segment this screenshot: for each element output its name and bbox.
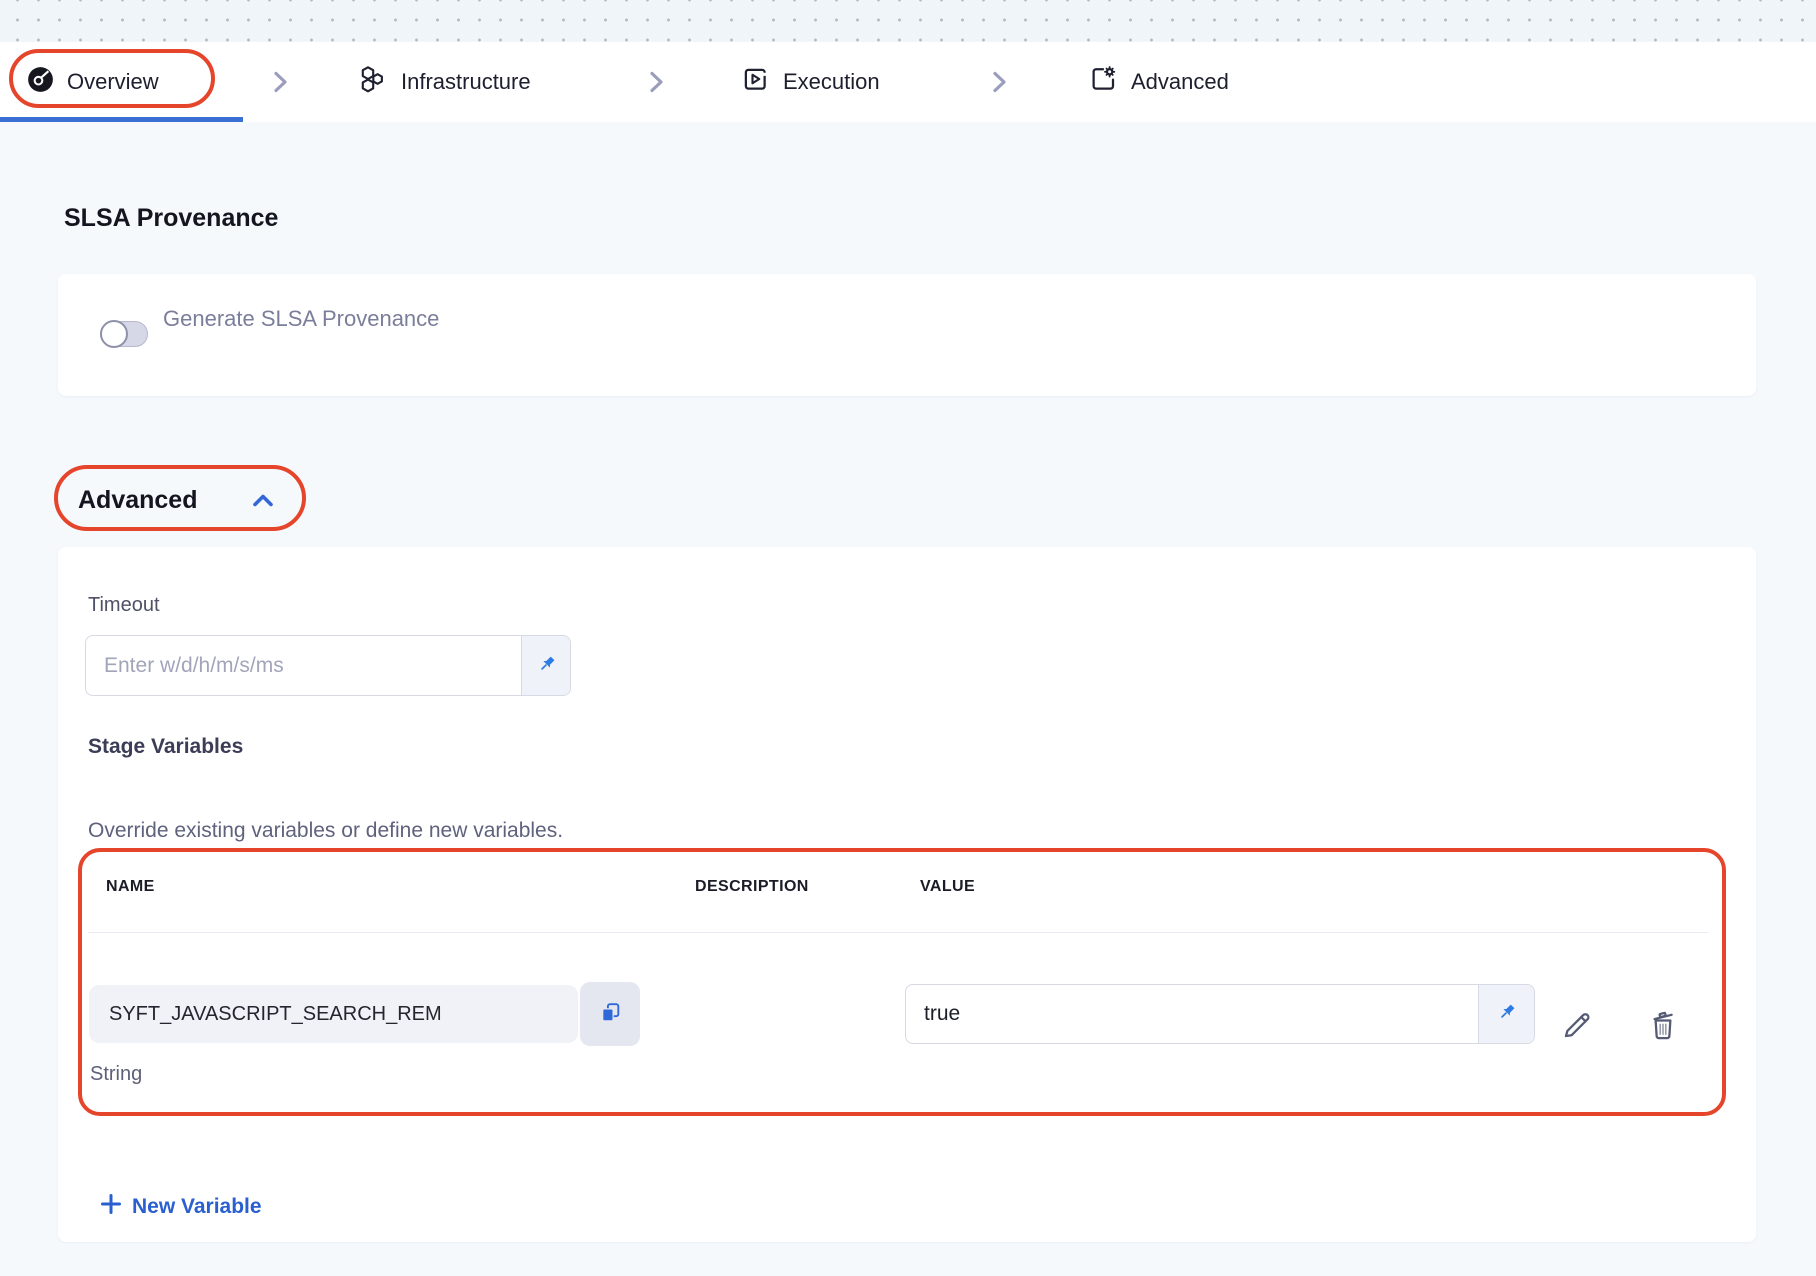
annotation-rect-variables-table [78,848,1726,1116]
tab-execution[interactable]: Execution [740,42,880,122]
table-header-divider [88,932,1708,933]
variable-value-control [905,984,1535,1044]
infrastructure-icon [356,63,388,101]
dotted-canvas-strip [0,0,1816,42]
tab-advanced[interactable]: Advanced [1088,42,1229,122]
edit-variable-button[interactable] [1559,1008,1595,1044]
chevron-right-icon [986,69,1012,100]
chevron-right-icon [643,69,669,100]
new-variable-button[interactable]: New Variable [100,1192,262,1222]
variable-type-label: String [90,1063,142,1086]
new-variable-label: New Variable [132,1195,262,1219]
pencil-icon [1560,1008,1594,1045]
advanced-gear-icon [1088,64,1118,100]
value-pin-button[interactable] [1478,985,1534,1043]
timeout-control [85,635,571,696]
stage-variables-description: Override existing variables or define ne… [88,819,563,843]
pin-icon [1495,1001,1518,1027]
timeout-label: Timeout [88,594,160,617]
column-header-value: VALUE [920,878,975,896]
timeout-input[interactable] [86,636,521,695]
tab-overview-label: Overview [67,69,159,95]
timeout-pin-button[interactable] [521,636,570,695]
execution-icon [740,64,770,100]
trash-icon [1646,1008,1680,1045]
variable-name-field[interactable] [89,985,578,1043]
generate-slsa-toggle[interactable] [100,321,148,347]
active-tab-underline [0,117,243,122]
column-header-description: DESCRIPTION [695,878,809,896]
tab-infrastructure-label: Infrastructure [401,69,531,95]
pin-icon [535,653,558,679]
slsa-provenance-card: Generate SLSA Provenance [58,274,1756,396]
tab-advanced-label: Advanced [1131,69,1229,95]
toggle-knob [100,320,128,348]
chevron-right-icon [267,69,293,100]
delete-variable-button[interactable] [1645,1008,1681,1044]
variable-value-input[interactable] [906,985,1478,1043]
stage-tabbar: Overview Infrastructure Execution [0,42,1816,122]
tab-infrastructure[interactable]: Infrastructure [356,42,531,122]
copy-icon [598,1000,623,1028]
column-header-name: NAME [106,878,155,896]
advanced-heading: Advanced [78,486,197,515]
generate-slsa-label: Generate SLSA Provenance [163,306,439,332]
build-stage-icon [27,66,54,99]
tab-execution-label: Execution [783,69,880,95]
slsa-provenance-heading: SLSA Provenance [64,204,278,233]
stage-variables-heading: Stage Variables [88,735,243,759]
plus-icon [100,1193,122,1221]
tab-overview[interactable]: Overview [27,42,159,122]
copy-variable-button[interactable] [580,982,640,1046]
collapse-chevron-up-icon[interactable] [248,487,278,520]
advanced-card: Timeout Stage Variables Override existin… [58,547,1756,1242]
